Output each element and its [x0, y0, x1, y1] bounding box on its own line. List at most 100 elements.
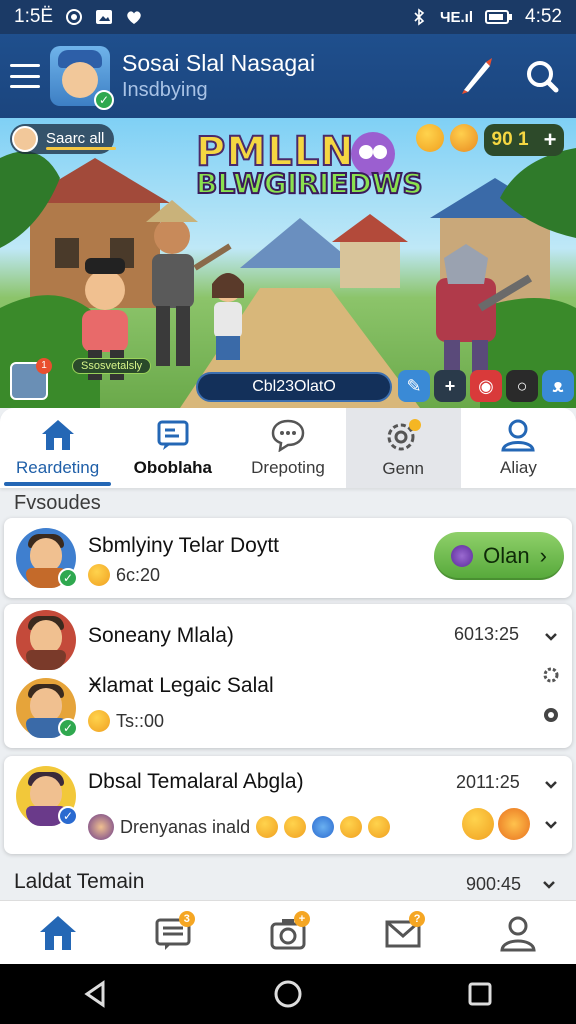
record-icon[interactable]: ◉ — [470, 370, 502, 402]
tab-label: Aliay — [499, 458, 537, 477]
profile-avatar[interactable]: ✓ — [50, 46, 114, 110]
app-screen: 1:5Ё ЧЕ.ıl 4:52 ✓ Sosai Slal Nasagai Ins… — [0, 0, 576, 1024]
nav-chat[interactable]: 3 — [149, 909, 197, 957]
cat-face-icon[interactable]: ᴥ — [542, 370, 574, 402]
contact-time: 2011:25 — [456, 772, 520, 792]
contact-name: Sbmlyiny Telar Doytt — [88, 534, 280, 557]
invite-code-field[interactable]: Cbl23OlatO — [196, 372, 392, 402]
back-icon[interactable] — [81, 979, 111, 1009]
favorites-heading: Fvsoudes — [14, 492, 101, 514]
menu-icon[interactable] — [10, 64, 40, 88]
tab-label: Oboblaha — [133, 458, 212, 477]
chat-board-icon — [157, 420, 189, 450]
hero-chip[interactable]: Saarc all — [10, 124, 116, 154]
nav-mail[interactable]: ? — [379, 909, 427, 957]
tab-genn[interactable]: Genn — [345, 408, 461, 488]
pen-icon[interactable] — [452, 52, 500, 100]
contact-card[interactable]: ✓ Dbsal Temalaral Abgla) 2011:25 Drenyan… — [4, 756, 572, 854]
tab-label: Genn — [382, 459, 424, 478]
join-button[interactable]: Olan › — [434, 532, 564, 580]
avatar[interactable]: ✓ — [16, 528, 78, 588]
heart-icon — [127, 11, 141, 24]
status-bar: 1:5Ё ЧЕ.ıl 4:52 — [0, 0, 576, 34]
player-thumb[interactable]: 1 — [10, 358, 52, 400]
join-button-label: Olan — [483, 543, 530, 568]
chevron-down-icon[interactable] — [544, 818, 558, 832]
contact-status-text: Drenyanas inald — [120, 816, 251, 837]
game-banner[interactable]: Saarc all PMLLN BLWGIRIEDWS 90 1 + Ssosv… — [0, 118, 576, 408]
avatar[interactable] — [16, 610, 76, 670]
notification-badge: 1 — [36, 358, 52, 374]
contact-card[interactable]: ✓ Sbmlyiny Telar Doytt 6c:20 Olan › — [4, 518, 572, 598]
profile-icon — [500, 916, 536, 951]
contact-status: Drenyanas inald — [88, 814, 391, 840]
mini-avatar — [12, 126, 38, 152]
status-time-left: 1:5Ё — [14, 6, 54, 27]
speech-bubble: Ssosvetalsly — [72, 358, 152, 374]
badge: 3 — [178, 910, 195, 927]
tab-reardeting[interactable]: Reardeting — [0, 408, 115, 488]
info-icon[interactable] — [542, 706, 560, 724]
verified-icon: ✓ — [58, 806, 78, 826]
tab-oboblaha[interactable]: Oboblaha — [115, 408, 230, 488]
grape-icon — [451, 545, 474, 567]
home-button-icon[interactable] — [273, 979, 303, 1009]
contact-status-time: Ts::00 — [116, 710, 165, 731]
mini-avatar — [88, 814, 114, 840]
smile-emoji-icon — [88, 564, 110, 586]
recents-icon[interactable] — [465, 979, 495, 1009]
contact-name-secondary: Ӿlamat Legaic Salal — [88, 674, 274, 697]
circle-icon[interactable]: ○ — [506, 370, 538, 402]
home-icon — [41, 420, 74, 450]
chevron-down-icon[interactable] — [544, 630, 558, 644]
tab-label: Drepoting — [251, 458, 325, 477]
tab-aliay[interactable]: Aliay — [461, 408, 576, 488]
contact-status-time: 6c:20 — [116, 564, 161, 585]
battery-icon — [485, 10, 513, 24]
badge: ? — [409, 910, 426, 927]
message-bubble-icon — [271, 419, 305, 452]
home-icon — [39, 915, 76, 950]
smile-emoji-icon — [88, 710, 110, 732]
online-check-icon: ✓ — [58, 718, 78, 738]
emoji-reaction-icon — [340, 816, 363, 838]
avatar[interactable]: ✓ — [16, 678, 78, 738]
avatar[interactable]: ✓ — [16, 766, 78, 826]
contact-status: Ts::00 — [88, 710, 164, 732]
chevron-down-icon[interactable] — [544, 778, 558, 792]
verified-icon: ✓ — [94, 90, 114, 110]
badge: + — [293, 910, 310, 927]
contact-card[interactable]: Soneany Mlala) 6013:25 ✓ Ӿlamat Legaic S… — [4, 604, 572, 748]
system-nav-bar — [0, 964, 576, 1024]
smile-emoji-icon — [416, 124, 444, 152]
chevron-down-icon[interactable] — [542, 878, 556, 892]
image-icon — [96, 10, 113, 24]
feather-icon[interactable]: ✎ — [398, 370, 430, 402]
bluetooth-icon — [414, 8, 425, 26]
tab-drepoting[interactable]: Drepoting — [230, 408, 345, 488]
emoji-reaction-icon — [256, 816, 279, 838]
status-time-right: 4:52 — [525, 6, 562, 27]
heart-eyes-emoji-icon — [450, 124, 478, 152]
emoji-reaction-icon — [312, 816, 335, 838]
plus-icon[interactable]: + — [434, 370, 466, 402]
angry-emoji-icon — [498, 808, 530, 840]
hero-title: PMLLN BLWGIRIEDWS — [195, 129, 424, 200]
add-icon[interactable]: + — [544, 127, 557, 153]
gear-icon — [387, 419, 422, 451]
hero-title-line1: PMLLN — [195, 129, 355, 175]
nav-camera[interactable]: + — [264, 909, 312, 957]
score-pill[interactable]: 90 1 + — [484, 124, 564, 156]
signal-indicator: ЧЕ.ıl — [439, 8, 474, 26]
emoji-reaction-icon — [368, 816, 391, 838]
hero-title-line2: BLWGIRIEDWS — [195, 167, 424, 200]
contact-status: 6c:20 — [88, 564, 160, 586]
contact-name: Soneany Mlala) — [88, 624, 234, 647]
user-icon — [501, 419, 536, 452]
search-icon[interactable] — [518, 52, 566, 100]
online-check-icon: ✓ — [58, 568, 78, 588]
nav-profile[interactable] — [494, 909, 542, 957]
nav-home[interactable] — [34, 909, 82, 957]
settings-icon[interactable] — [542, 666, 560, 684]
emoji-reaction-icon — [284, 816, 307, 838]
